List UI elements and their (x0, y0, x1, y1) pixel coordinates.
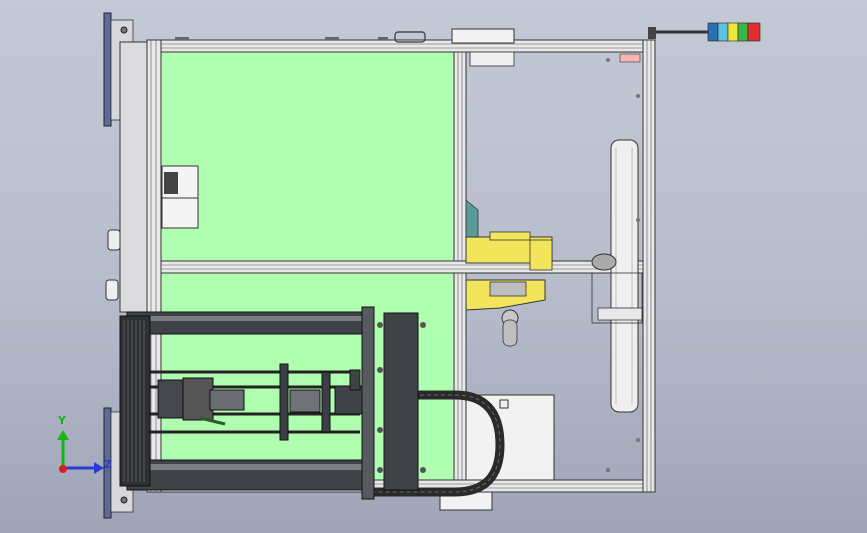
main-vertical-plate (361, 306, 375, 500)
electrical-box (465, 394, 555, 481)
cad-viewport[interactable]: Y Z (0, 0, 867, 533)
bottom-cylinder (126, 459, 370, 491)
machine-assembly-drawing (57, 12, 761, 519)
middle-horizontal-profile (160, 260, 644, 274)
motor-fan (119, 315, 151, 487)
green-panel-bracket (161, 165, 199, 229)
y-axis-label: Y (58, 414, 66, 427)
side-handle-2 (105, 279, 119, 301)
green-panel-upper (160, 51, 455, 262)
mold-block (383, 312, 419, 491)
top-box (451, 28, 515, 44)
vertical-linear-module (610, 139, 639, 413)
side-handle-1 (107, 229, 121, 251)
left-side-wall (119, 41, 149, 313)
top-cylinder (126, 311, 370, 335)
cross-bracket-inner (597, 307, 643, 321)
signal-tower (648, 22, 761, 42)
z-axis-label: Z (104, 458, 112, 471)
origin-marker (59, 465, 67, 473)
label-plate (619, 53, 641, 63)
top-right-bracket (469, 51, 515, 67)
coordinate-triad (57, 430, 104, 474)
